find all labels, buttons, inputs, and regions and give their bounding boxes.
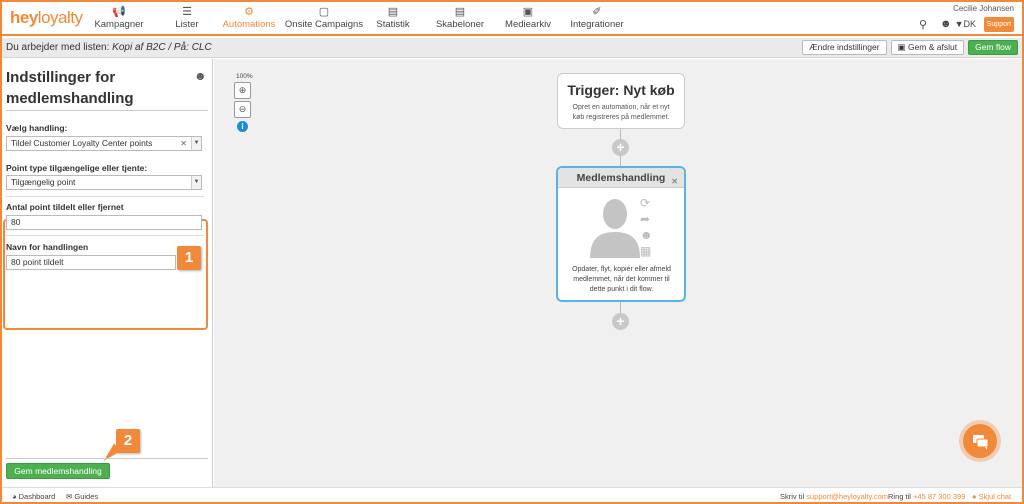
callout-badge-2: 2 — [116, 429, 140, 453]
settings-panel: Indstillinger for medlemshandling ☻ Vælg… — [0, 59, 213, 487]
action-name-label: Navn for handlingen — [6, 242, 89, 252]
divider — [6, 110, 208, 111]
zoom-out-button[interactable]: ⊖ — [234, 101, 251, 118]
trigger-title: Trigger: Nyt køb — [567, 82, 675, 98]
save-icon: ▣ — [897, 42, 908, 52]
chevron-down-icon: ▼ — [191, 176, 201, 189]
points-label: Antal point tildelt eller fjernet — [6, 202, 124, 212]
trash-icon[interactable]: ▦ — [640, 244, 651, 258]
search-icon[interactable]: ⚲ — [919, 18, 927, 31]
divider — [6, 196, 204, 197]
point-type-dropdown[interactable]: Tilgængelig point ▼ — [6, 175, 202, 190]
save-member-action-button[interactable]: Gem medlemshandling — [6, 463, 110, 479]
help-icon: ● — [972, 492, 977, 501]
dashboard-icon: ◕ — [12, 492, 19, 501]
zoom-level: 100% — [236, 73, 253, 80]
trigger-node[interactable]: Trigger: Nyt køb Opret en automation, nå… — [557, 73, 685, 129]
point-type-label: Point type tilgængelige eller tjente: — [6, 163, 148, 173]
trigger-description: Opret en automation, når et nyt køb regi… — [572, 104, 670, 121]
chat-icon — [973, 435, 989, 450]
user-help-icon[interactable]: ☻ — [194, 69, 207, 83]
share-icon[interactable]: ➦ — [640, 212, 650, 226]
language-selector[interactable]: ▼DK — [955, 19, 976, 29]
save-exit-button[interactable]: ▣ Gem & afslut — [890, 40, 965, 55]
add-step-button-1[interactable]: + — [612, 139, 629, 156]
flow-action-buttons: Ændre indstillinger ▣ Gem & afslut Gem f… — [802, 40, 1018, 55]
hide-chat-link[interactable]: ● Skjul chat — [972, 492, 1011, 501]
clear-icon[interactable]: ✕ — [180, 137, 187, 150]
zoom-in-icon: ⊕ — [238, 85, 247, 95]
working-list-text: Du arbejder med listen: Kopi af B2C / På… — [6, 42, 212, 53]
dashboard-link[interactable]: ◕ Dashboard — [12, 492, 55, 501]
heyloyalty-logo[interactable]: heyloyalty — [10, 8, 83, 28]
divider — [6, 458, 208, 459]
member-action-header: Medlemshandling ✕ — [558, 168, 684, 188]
person-silhouette-icon — [590, 199, 640, 258]
zoom-in-button[interactable]: ⊕ — [234, 82, 251, 99]
info-icon[interactable]: i — [237, 121, 248, 132]
support-phone: Ring til +45 87 300 399 — [888, 492, 966, 501]
chevron-down-icon: ▼ — [191, 137, 201, 150]
chat-button[interactable] — [963, 424, 997, 458]
divider — [6, 235, 204, 236]
user-name[interactable]: Cecilie Johansen — [953, 4, 1014, 13]
guides-link[interactable]: ✉ Guides — [66, 492, 98, 501]
close-icon[interactable]: ✕ — [671, 172, 678, 192]
panel-title: Indstillinger for medlemshandling — [6, 69, 134, 107]
top-navigation: heyloyalty 📢 Kampagner ☰ Lister ⚙ Automa… — [0, 0, 1024, 36]
nav-item-integrationer[interactable]: ✐ Integrationer — [552, 5, 642, 30]
callout-badge-1: 1 — [177, 246, 201, 270]
points-input[interactable]: 80 — [6, 215, 202, 230]
zoom-out-icon: ⊖ — [238, 104, 247, 114]
add-step-button-2[interactable]: + — [612, 313, 629, 330]
footer-bar: ◕ Dashboard ✉ Guides Skriv til support@h… — [0, 487, 1024, 504]
user-settings-icon[interactable]: ☻ — [940, 18, 952, 30]
select-action-dropdown[interactable]: Tildel Customer Loyalty Center points ✕ … — [6, 136, 202, 151]
support-email: Skriv til support@heyloyalty.com — [780, 492, 888, 501]
select-action-label: Vælg handling: — [6, 123, 68, 133]
member-action-description: Opdater, flyt, kopiér eller afmeld medle… — [572, 266, 671, 293]
save-flow-button[interactable]: Gem flow — [968, 40, 1018, 55]
sync-icon[interactable]: ⟳ — [640, 196, 650, 210]
action-name-input[interactable]: 80 point tildelt — [6, 255, 176, 270]
change-settings-button[interactable]: Ændre indstillinger — [802, 40, 887, 55]
support-button[interactable]: Support — [984, 17, 1014, 32]
list-context-bar: Du arbejder med listen: Kopi af B2C / På… — [0, 38, 1024, 58]
member-action-node[interactable]: Medlemshandling ✕ ⟳ ➦ ☻ ▦ Opdater, flyt,… — [556, 166, 686, 302]
user-icon[interactable]: ☻ — [640, 228, 653, 242]
plug-icon: ✐ — [592, 6, 602, 18]
